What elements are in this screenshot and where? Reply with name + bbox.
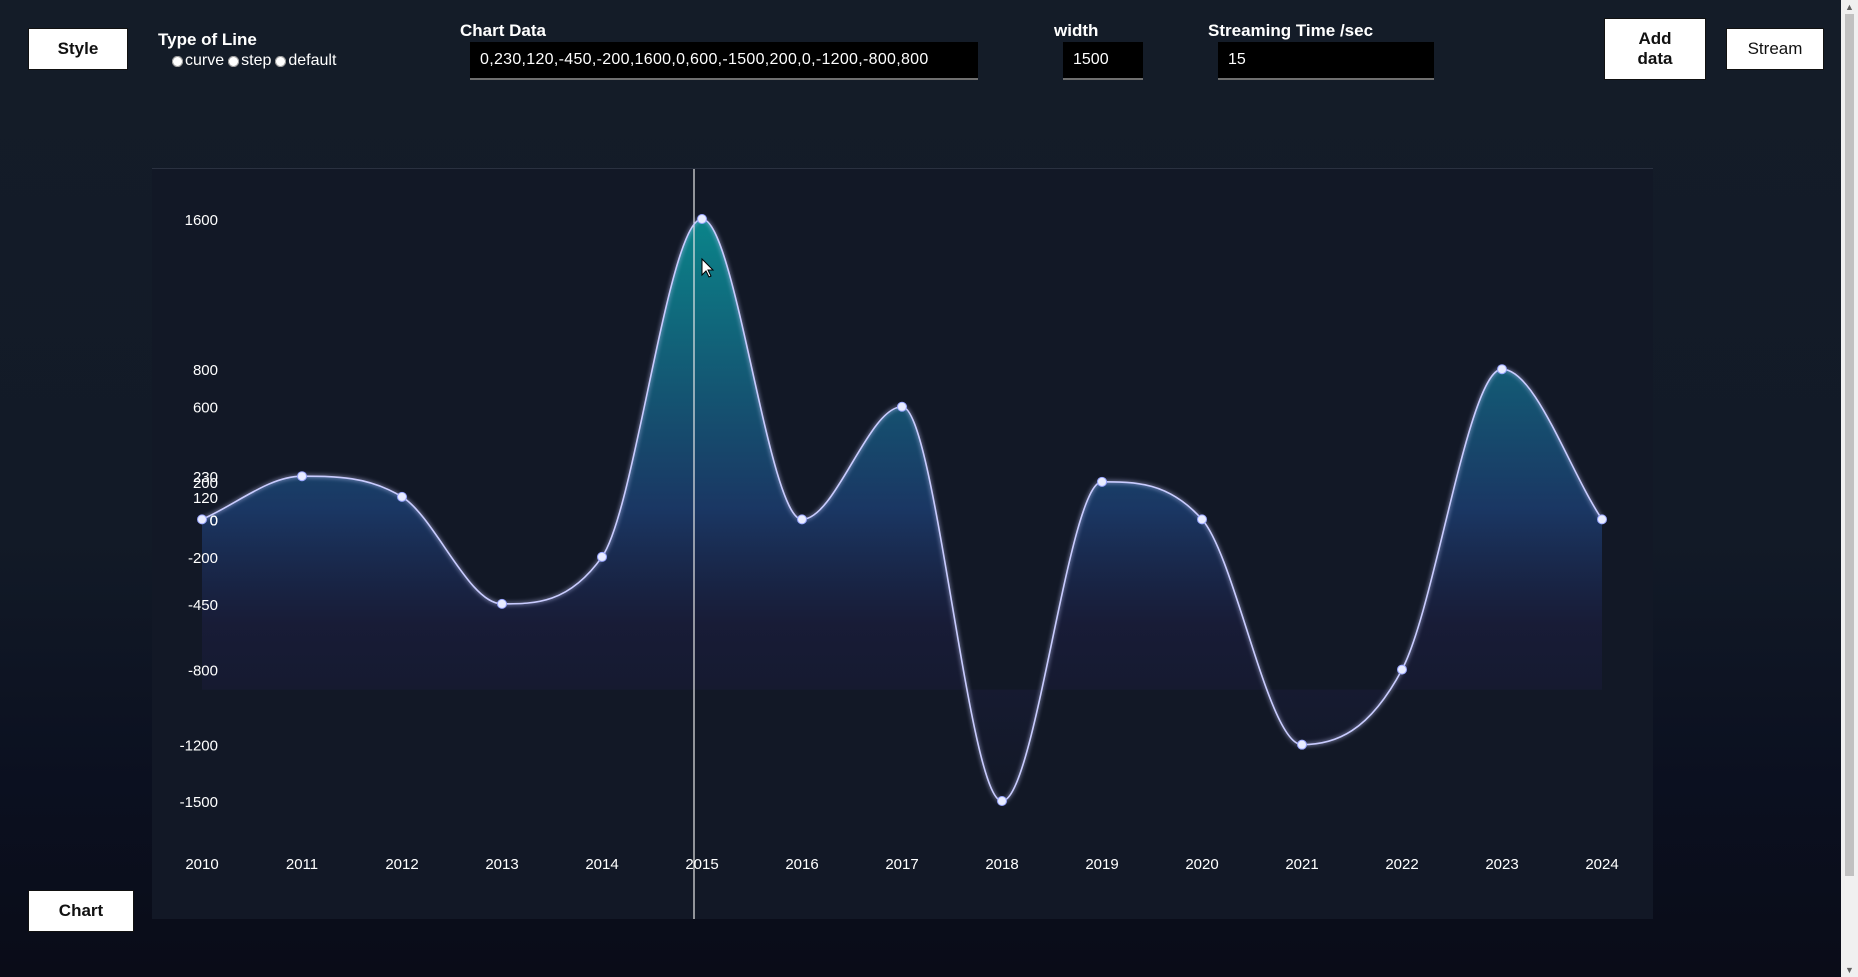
radio-curve[interactable]: curve bbox=[172, 52, 224, 70]
radio-curve-dot[interactable] bbox=[172, 55, 183, 67]
x-tick-label-2021: 2021 bbox=[1285, 856, 1318, 873]
stream-button[interactable]: Stream bbox=[1726, 28, 1824, 70]
data-point-2022[interactable] bbox=[1397, 664, 1407, 675]
y-tick-label-5: 120 bbox=[193, 490, 218, 507]
style-button[interactable]: Style bbox=[28, 28, 128, 70]
radio-default-label: default bbox=[288, 52, 337, 69]
y-tick-label-9: -450 bbox=[188, 597, 218, 614]
add-data-label-line1: Add bbox=[1638, 29, 1672, 48]
radio-curve-label: curve bbox=[185, 52, 225, 69]
scroll-thumb[interactable] bbox=[1845, 14, 1854, 876]
radio-step[interactable]: step bbox=[228, 52, 271, 70]
radio-step-label: step bbox=[241, 52, 272, 69]
y-tick-label-7: 0 bbox=[210, 512, 218, 529]
data-point-2023[interactable] bbox=[1497, 364, 1507, 375]
x-tick-label-2010: 2010 bbox=[185, 856, 218, 873]
x-tick-label-2014: 2014 bbox=[585, 856, 618, 873]
chart-button[interactable]: Chart bbox=[28, 890, 134, 932]
x-tick-label-2018: 2018 bbox=[985, 856, 1018, 873]
chart-data-input[interactable]: 0,230,120,-450,-200,1600,0,600,-1500,200… bbox=[470, 42, 978, 80]
chart-data-label: Chart Data bbox=[460, 21, 546, 40]
y-tick-label-12: -1500 bbox=[180, 794, 218, 811]
data-point-2014[interactable] bbox=[597, 551, 607, 562]
radio-default-dot[interactable] bbox=[275, 55, 287, 67]
data-point-2018[interactable] bbox=[997, 796, 1007, 806]
x-tick-label-2015: 2015 bbox=[685, 856, 718, 873]
x-tick-label-2016: 2016 bbox=[785, 856, 818, 873]
radio-default[interactable]: default bbox=[275, 52, 336, 70]
y-tick-label-0: 1600 bbox=[185, 212, 218, 229]
data-point-2013[interactable] bbox=[497, 598, 507, 609]
data-point-2017[interactable] bbox=[897, 401, 907, 412]
scroll-up-arrow-icon[interactable]: ▲ bbox=[1841, 0, 1858, 14]
width-label: width bbox=[1054, 21, 1099, 40]
line-type-radio-group: curve step default bbox=[172, 52, 340, 70]
streaming-time-input[interactable]: 15 bbox=[1218, 42, 1434, 80]
data-point-2024[interactable] bbox=[1597, 514, 1607, 525]
area-fill bbox=[202, 219, 1602, 801]
y-tick-label-11: -1200 bbox=[180, 738, 218, 755]
data-point-2015[interactable] bbox=[697, 214, 707, 224]
radio-step-dot[interactable] bbox=[228, 55, 240, 67]
streaming-time-label: Streaming Time /sec bbox=[1208, 21, 1374, 40]
x-tick-label-2020: 2020 bbox=[1185, 856, 1218, 873]
x-tick-label-2023: 2023 bbox=[1485, 856, 1518, 873]
x-tick-label-2017: 2017 bbox=[885, 856, 918, 873]
data-point-2010[interactable] bbox=[197, 514, 207, 525]
width-input[interactable]: 1500 bbox=[1063, 42, 1143, 80]
data-point-2020[interactable] bbox=[1197, 514, 1207, 525]
x-tick-label-2012: 2012 bbox=[385, 856, 418, 873]
area-chart[interactable]: 160080060023020012000-200-450-800-1200-1… bbox=[152, 169, 1653, 919]
vertical-scrollbar[interactable]: ▲ ▼ bbox=[1841, 0, 1858, 977]
data-point-2016[interactable] bbox=[797, 514, 807, 525]
data-point-2019[interactable] bbox=[1097, 476, 1107, 487]
data-point-2012[interactable] bbox=[397, 491, 407, 502]
x-tick-label-2013: 2013 bbox=[485, 856, 518, 873]
x-tick-label-2011: 2011 bbox=[286, 856, 318, 873]
y-tick-label-8: -200 bbox=[188, 550, 218, 567]
data-point-2011[interactable] bbox=[297, 471, 307, 482]
chart-panel: 1600 800 600 230 200 120 0 0 -200 -450 -800 -1200 -1… bbox=[152, 168, 1653, 919]
y-tick-label-10: -800 bbox=[188, 663, 218, 680]
scroll-down-arrow-icon[interactable]: ▼ bbox=[1841, 963, 1858, 977]
y-tick-label-1: 800 bbox=[193, 362, 218, 379]
add-data-label-line2: data bbox=[1637, 49, 1673, 68]
x-tick-label-2024: 2024 bbox=[1585, 856, 1618, 873]
x-tick-label-2022: 2022 bbox=[1385, 856, 1418, 873]
x-tick-label-2019: 2019 bbox=[1085, 856, 1118, 873]
line-type-label: Type of Line bbox=[158, 30, 257, 49]
add-data-button[interactable]: Add data bbox=[1604, 18, 1706, 80]
y-tick-label-2: 600 bbox=[193, 400, 218, 417]
data-point-2021[interactable] bbox=[1297, 739, 1307, 750]
